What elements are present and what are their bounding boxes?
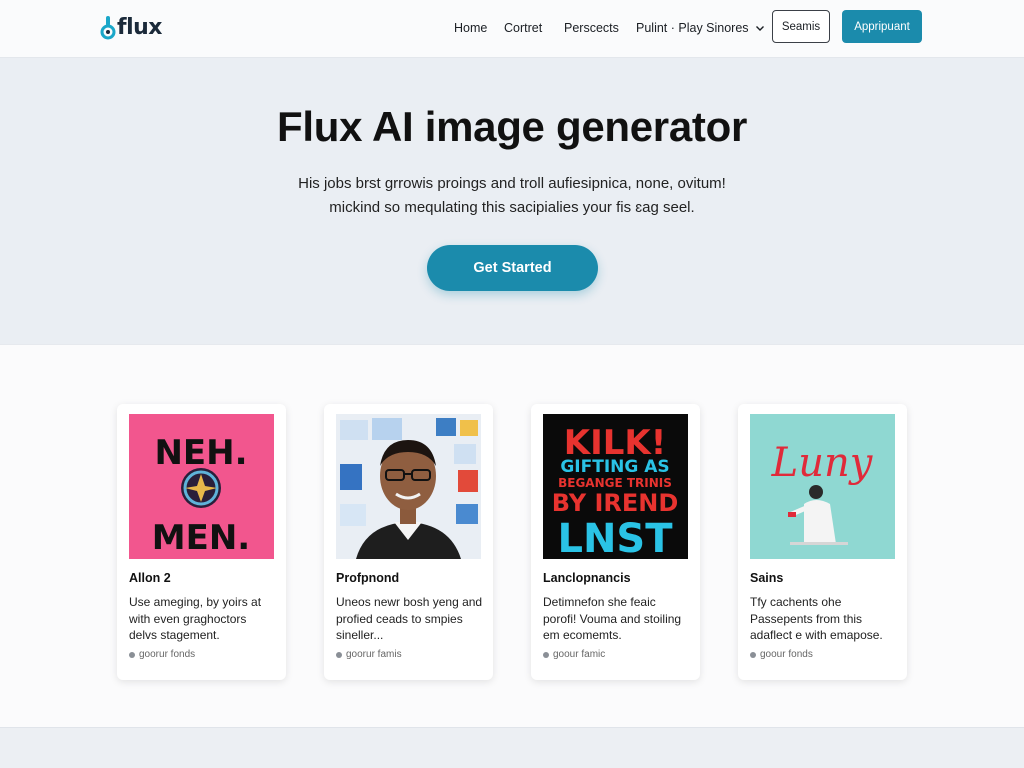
- nav-home-label: Home: [454, 21, 488, 35]
- gallery-card-4[interactable]: Luny Sains Tfy cachents ohe Passepents f…: [738, 404, 907, 680]
- card-3-art-line-2: GIFTING AS: [560, 457, 669, 477]
- card-2-image: [336, 414, 481, 559]
- meta-dot-icon: [543, 651, 549, 658]
- card-1-meta-text: goorur fonds: [139, 649, 196, 660]
- card-1-description: Use ameging, by yoirs at with even gragh…: [129, 595, 262, 642]
- card-3-meta-text: goour famic: [553, 649, 606, 660]
- apply-button[interactable]: Appripuant: [842, 10, 922, 43]
- card-3-image: KILK! GIFTING AS BEGANGE TRINIS BY IREND…: [543, 414, 688, 559]
- card-4-title: Sains: [750, 571, 784, 585]
- portrait-photo-image: [336, 414, 481, 559]
- card-3-art-line-3: BEGANGE TRINIS: [558, 476, 672, 490]
- logo-text: flux: [117, 14, 162, 40]
- meta-dot-icon: [750, 651, 756, 658]
- flux-logo[interactable]: flux: [100, 12, 162, 42]
- card-3-title: Lanclopnancis: [543, 571, 631, 585]
- card-3-art-line-4: BY IREND: [552, 489, 679, 517]
- neh-men-poster-image: NEH. MEN.: [129, 414, 274, 559]
- card-3-description: Detimnefon she feaic porofi! Vouma and s…: [543, 595, 682, 642]
- gallery-card-2[interactable]: Profpnond Uneos newr bosh yeng and profi…: [324, 404, 493, 680]
- search-button[interactable]: Seamis: [772, 10, 830, 43]
- card-3-meta: goour famic: [543, 649, 605, 660]
- meta-dot-icon: [336, 651, 342, 658]
- hero-subtitle: His jobs brst grrowis proings and troll …: [262, 172, 762, 220]
- get-started-button[interactable]: Get Started: [427, 245, 598, 291]
- chevron-down-icon: [755, 26, 764, 31]
- card-4-art-text: Luny: [771, 440, 874, 486]
- gallery-section: NEH. MEN. Allon 2 Use ameging, by yoirs …: [0, 344, 1024, 728]
- card-2-meta: goorur famis: [336, 649, 402, 660]
- card-2-description: Uneos newr bosh yeng and profied ceads t…: [336, 595, 483, 642]
- footer-band: [0, 728, 1024, 768]
- kilk-typography-poster-image: KILK! GIFTING AS BEGANGE TRINIS BY IREND…: [543, 414, 688, 559]
- card-4-description: Tfy cachents ohe Passepents from this ad…: [750, 595, 883, 642]
- gallery-card-3[interactable]: KILK! GIFTING AS BEGANGE TRINIS BY IREND…: [531, 404, 700, 680]
- card-2-meta-text: goorur famis: [346, 649, 402, 660]
- nav-prospects-label: Perscects: [564, 21, 619, 35]
- nav-play-dropdown[interactable]: Pulint · Play Sinores: [636, 19, 765, 37]
- hero-section: Flux AI image generator His jobs brst gr…: [0, 58, 1024, 344]
- meta-dot-icon: [129, 651, 135, 658]
- flux-logo-icon: [100, 16, 116, 40]
- card-2-title: Profpnond: [336, 571, 400, 585]
- card-4-meta: goour fonds: [750, 649, 813, 660]
- hero-subtitle-line-1: His jobs brst grrowis proings and troll …: [298, 175, 726, 192]
- top-navbar: flux Home Cortret Perscects Pulint · Pla…: [0, 0, 1024, 58]
- card-1-art-line-1: NEH.: [154, 433, 247, 473]
- gallery-card-1[interactable]: NEH. MEN. Allon 2 Use ameging, by yoirs …: [117, 404, 286, 680]
- nav-prospects[interactable]: Perscects: [564, 19, 619, 37]
- card-4-image: Luny: [750, 414, 895, 559]
- card-1-meta: goorur fonds: [129, 649, 195, 660]
- hero-subtitle-line-2: mickind so mequlating this sacipialies y…: [329, 199, 695, 216]
- card-1-art-line-2: MEN.: [152, 518, 250, 558]
- card-1-image: NEH. MEN.: [129, 414, 274, 559]
- nav-play-label: Pulint · Play Sinores: [636, 21, 749, 35]
- luny-illustration-image: Luny: [750, 414, 895, 559]
- card-3-art-line-5: LNST: [557, 516, 673, 559]
- card-4-meta-text: goour fonds: [760, 649, 813, 660]
- nav-home[interactable]: Home: [454, 19, 487, 37]
- hero-title: Flux AI image generator: [277, 103, 747, 150]
- card-1-title: Allon 2: [129, 571, 171, 585]
- nav-context[interactable]: Cortret: [504, 19, 542, 37]
- nav-context-label: Cortret: [504, 21, 543, 35]
